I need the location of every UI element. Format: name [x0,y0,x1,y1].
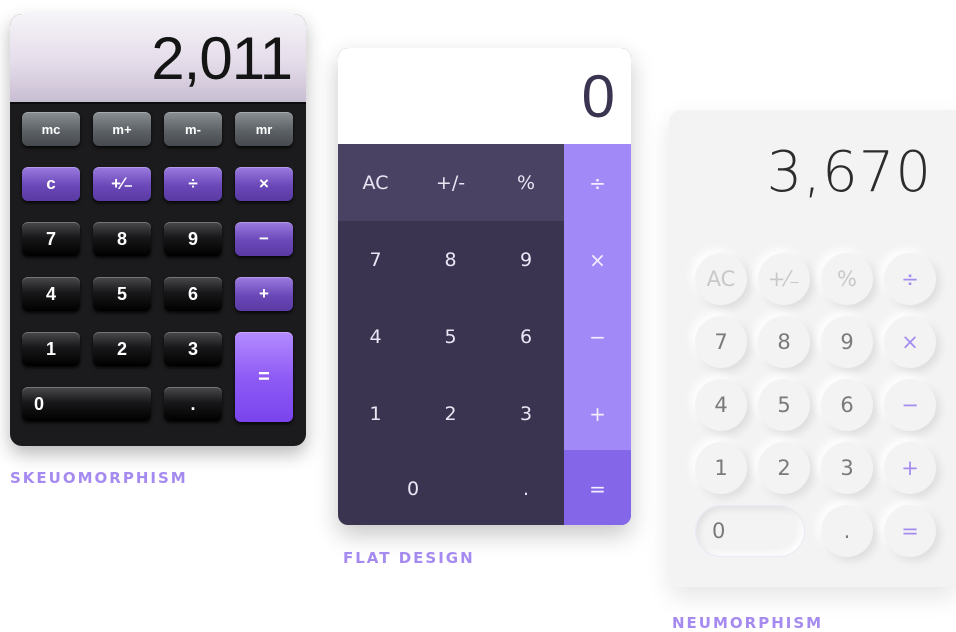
skeuo-mplus-button[interactable]: m+ [93,112,151,146]
skeuo-digit-3-button[interactable]: 3 [164,332,222,366]
neu-digit-0-button[interactable]: 0 [695,505,805,557]
skeuo-display-value: 2,011 [151,25,293,92]
neu-digit-9-button[interactable]: 9 [821,316,873,368]
skeuo-decimal-button[interactable]: . [164,387,222,421]
flat-digit-0-button[interactable]: 0 [338,452,488,525]
neu-minus-button[interactable]: − [884,379,936,431]
skeuo-multiply-button[interactable]: × [235,167,293,201]
flat-minus-button[interactable]: − [564,298,631,375]
flat-percent-button[interactable]: % [488,144,564,221]
neu-ac-button[interactable]: AC [695,253,747,305]
neu-plusminus-button[interactable]: +⁄₋ [758,253,810,305]
neu-digit-2-button[interactable]: 2 [758,442,810,494]
skeuo-digit-6-button[interactable]: 6 [164,277,222,311]
skeuo-mr-button[interactable]: mr [235,112,293,146]
flat-design-calculator: 0 AC +/- % ÷ 7 8 9 × 4 5 6 − 1 2 3 + 0 .… [338,48,631,525]
neumorphism-caption: NEUMORPHISM [672,614,824,632]
flat-digit-4-button[interactable]: 4 [338,298,413,375]
flat-digit-5-button[interactable]: 5 [413,298,488,375]
neu-percent-button[interactable]: % [821,253,873,305]
neu-multiply-button[interactable]: × [884,316,936,368]
neu-display-value: 3,670 [766,140,932,205]
skeuo-minus-button[interactable]: − [235,222,293,256]
neu-digit-1-button[interactable]: 1 [695,442,747,494]
neu-digit-8-button[interactable]: 8 [758,316,810,368]
flat-digit-9-button[interactable]: 9 [488,221,564,298]
neu-equals-button[interactable]: = [884,505,936,557]
flat-display-value: 0 [581,63,615,130]
skeuo-divide-button[interactable]: ÷ [164,167,222,201]
skeuo-display: 2,011 [10,14,306,104]
neu-digit-7-button[interactable]: 7 [695,316,747,368]
flat-design-caption: FLAT DESIGN [343,549,475,567]
skeuo-digit-0-button[interactable]: 0 [22,387,151,421]
skeuomorphism-calculator: 2,011 mc m+ m- mr c +⁄₋ ÷ × 7 8 9 − 4 5 … [10,14,306,446]
neumorphism-calculator: 3,670 AC +⁄₋ % ÷ 7 8 9 × 4 5 6 − 1 2 3 +… [669,110,956,587]
flat-digit-7-button[interactable]: 7 [338,221,413,298]
skeuo-digit-7-button[interactable]: 7 [22,222,80,256]
skeuo-digit-4-button[interactable]: 4 [22,277,80,311]
skeuo-digit-1-button[interactable]: 1 [22,332,80,366]
neu-plus-button[interactable]: + [884,442,936,494]
skeuo-digit-2-button[interactable]: 2 [93,332,151,366]
neu-divide-button[interactable]: ÷ [884,253,936,305]
flat-equals-button[interactable]: = [564,452,631,525]
flat-decimal-button[interactable]: . [488,452,564,525]
skeuo-mc-button[interactable]: mc [22,112,80,146]
flat-ac-button[interactable]: AC [338,144,413,221]
neu-digit-3-button[interactable]: 3 [821,442,873,494]
skeuo-plus-button[interactable]: + [235,277,293,311]
skeuo-clear-button[interactable]: c [22,167,80,201]
skeuo-digit-5-button[interactable]: 5 [93,277,151,311]
flat-digit-1-button[interactable]: 1 [338,375,413,452]
neu-digit-5-button[interactable]: 5 [758,379,810,431]
flat-plus-button[interactable]: + [564,375,631,452]
skeuo-digit-9-button[interactable]: 9 [164,222,222,256]
neu-digit-4-button[interactable]: 4 [695,379,747,431]
flat-plusminus-button[interactable]: +/- [413,144,488,221]
flat-divide-button[interactable]: ÷ [564,144,631,221]
flat-digit-6-button[interactable]: 6 [488,298,564,375]
flat-digit-2-button[interactable]: 2 [413,375,488,452]
skeuo-equals-button[interactable]: = [235,332,293,422]
skeuo-mminus-button[interactable]: m- [164,112,222,146]
flat-digit-3-button[interactable]: 3 [488,375,564,452]
neu-decimal-button[interactable]: . [821,505,873,557]
flat-multiply-button[interactable]: × [564,221,631,298]
neu-digit-6-button[interactable]: 6 [821,379,873,431]
skeuo-digit-8-button[interactable]: 8 [93,222,151,256]
skeuomorphism-caption: SKEUOMORPHISM [10,469,188,487]
flat-digit-8-button[interactable]: 8 [413,221,488,298]
skeuo-plusminus-button[interactable]: +⁄₋ [93,167,151,201]
flat-display: 0 [338,48,631,144]
